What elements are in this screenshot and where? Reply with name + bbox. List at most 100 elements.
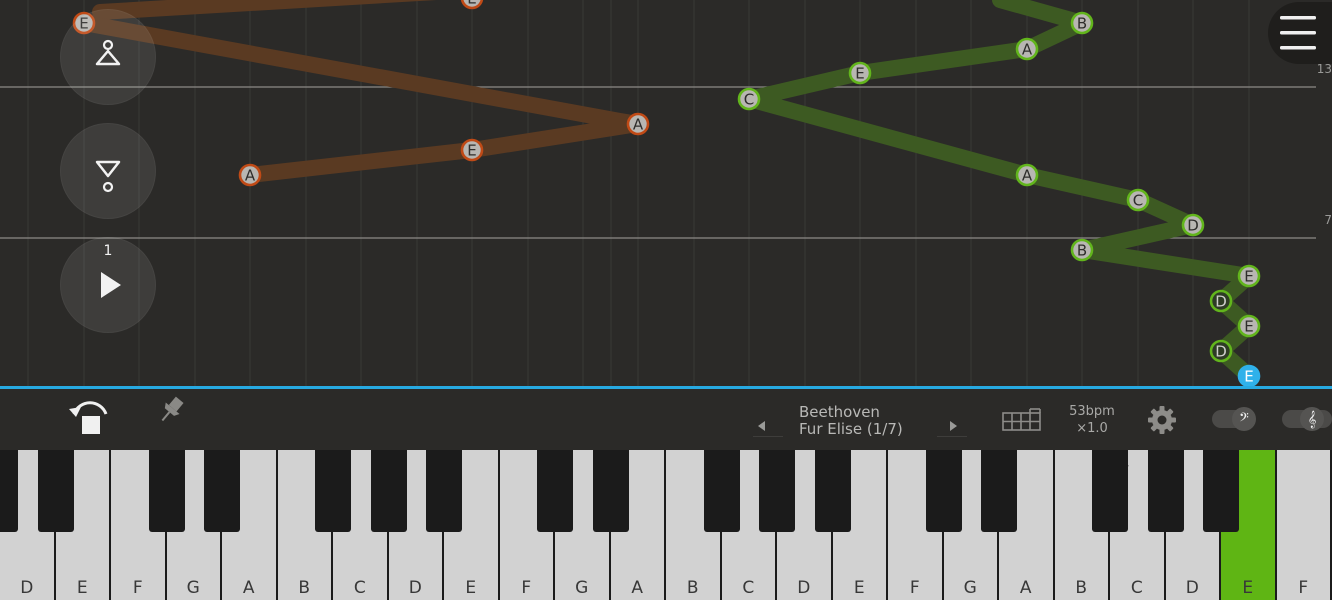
svg-text:E: E	[467, 0, 476, 8]
divider	[753, 436, 783, 437]
piano-key-white[interactable]: F	[1276, 450, 1332, 600]
piano-key-black[interactable]	[703, 450, 740, 532]
note-up-button[interactable]	[60, 9, 156, 105]
playhead-line	[0, 386, 1332, 389]
piano-key-black[interactable]	[0, 450, 18, 532]
tempo-bpm[interactable]: 53bpm	[1062, 404, 1122, 419]
menu-button[interactable]	[1268, 2, 1332, 64]
treble-clef-toggle[interactable]: 𝄞	[1282, 407, 1332, 431]
svg-text:E: E	[1244, 368, 1253, 386]
green-note[interactable]: A	[1015, 163, 1039, 187]
piano-key-black[interactable]	[1147, 450, 1184, 532]
svg-text:A: A	[633, 116, 644, 134]
settings-gear-icon[interactable]	[1146, 404, 1178, 436]
key-label: E	[853, 578, 865, 598]
piano-key-black[interactable]	[592, 450, 629, 532]
staff-tick-label: 7	[1324, 213, 1332, 227]
svg-text:E: E	[1244, 268, 1253, 286]
key-label: C	[742, 578, 755, 598]
piano-key-black[interactable]	[370, 450, 407, 532]
svg-text:C: C	[744, 91, 754, 109]
piano-key-black[interactable]	[814, 450, 851, 532]
note-up-icon	[95, 39, 121, 66]
svg-text:E: E	[855, 65, 864, 83]
note-roll[interactable]: EEAEABAECACDBEDEDE	[0, 0, 1332, 390]
key-label: G	[575, 578, 589, 598]
song-title[interactable]: Beethoven	[799, 403, 880, 421]
treble-clef-icon: 𝄞	[1300, 407, 1324, 431]
brown-note[interactable]: E	[460, 0, 484, 10]
app-stage: EEAEABAECACDBEDEDE 13 7 1	[0, 0, 1332, 600]
key-label: F	[521, 578, 532, 598]
note-down-button[interactable]	[60, 123, 156, 219]
key-label: D	[20, 578, 34, 598]
grid-icon[interactable]	[1002, 408, 1042, 432]
piano-keyboard[interactable]: DEFGABC2DEFGABC3DEFGABC4DEF	[0, 450, 1332, 600]
green-note[interactable]: D	[1209, 339, 1233, 363]
green-note[interactable]: E	[1237, 314, 1261, 338]
key-label: E	[1242, 578, 1254, 598]
green-note[interactable]: D	[1181, 213, 1205, 237]
piano-key-black[interactable]	[1092, 450, 1128, 532]
play-button[interactable]: 1	[60, 237, 156, 333]
next-song-button[interactable]	[940, 396, 968, 436]
piano-key-black[interactable]	[1203, 450, 1239, 532]
green-note[interactable]: C	[1126, 188, 1150, 212]
svg-text:A: A	[245, 167, 256, 185]
piano-key-black[interactable]	[426, 450, 462, 532]
piano-key-black[interactable]	[759, 450, 795, 532]
song-subtitle[interactable]: Fur Elise (1/7)	[799, 420, 903, 438]
piano-key-black[interactable]	[537, 450, 573, 532]
toolbar: Beethoven Fur Elise (1/7) 53bpm ×1.0 𝄢 𝄞	[0, 390, 1332, 450]
staff-tick-label: 13	[1316, 62, 1332, 76]
key-label: E	[465, 578, 477, 598]
tempo-speed[interactable]: ×1.0	[1062, 421, 1122, 436]
key-label: A	[1019, 578, 1032, 598]
green-note[interactable]: A	[1015, 37, 1039, 61]
pin-icon[interactable]	[156, 394, 188, 428]
divider	[937, 436, 967, 437]
key-label: F	[909, 578, 920, 598]
brown-note[interactable]: A	[238, 163, 262, 187]
previous-song-button[interactable]	[750, 396, 778, 436]
svg-text:B: B	[1077, 15, 1087, 33]
piano-key-black[interactable]	[148, 450, 185, 532]
key-label: B	[298, 578, 311, 598]
key-label: E	[76, 578, 88, 598]
brown-note[interactable]: A	[626, 112, 650, 136]
green-note[interactable]: B	[1070, 238, 1094, 262]
key-label: F	[1298, 578, 1309, 598]
svg-text:A: A	[1022, 167, 1033, 185]
key-label: F	[132, 578, 143, 598]
note-down-icon	[95, 160, 121, 193]
svg-text:D: D	[1187, 217, 1199, 235]
piano-key-black[interactable]	[37, 450, 74, 532]
bass-clef-icon: 𝄢	[1232, 407, 1256, 431]
piano-key-black[interactable]	[925, 450, 962, 532]
green-note[interactable]: E	[1237, 264, 1261, 288]
key-label: A	[242, 578, 255, 598]
green-note[interactable]: E	[848, 61, 872, 85]
piano-key-black[interactable]	[204, 450, 240, 532]
piano-key-black[interactable]	[315, 450, 351, 532]
green-note[interactable]: D	[1209, 289, 1233, 313]
key-label: C	[1130, 578, 1143, 598]
bass-clef-toggle[interactable]: 𝄢	[1212, 407, 1256, 431]
green-track	[741, 0, 1257, 384]
key-label: A	[631, 578, 644, 598]
play-icon	[101, 272, 121, 298]
svg-text:E: E	[467, 142, 476, 160]
svg-text:B: B	[1077, 242, 1087, 260]
svg-text:D: D	[1215, 293, 1227, 311]
current-note[interactable]: E	[1237, 364, 1261, 388]
svg-text:D: D	[1215, 343, 1227, 361]
brown-note[interactable]: E	[460, 138, 484, 162]
key-label: D	[797, 578, 811, 598]
green-note[interactable]: B	[1070, 11, 1094, 35]
green-note[interactable]: C	[737, 87, 761, 111]
rewind-icon[interactable]	[66, 394, 114, 438]
key-label: B	[1075, 578, 1088, 598]
piano-key-black[interactable]	[981, 450, 1017, 532]
key-label: G	[186, 578, 200, 598]
key-label: D	[408, 578, 422, 598]
